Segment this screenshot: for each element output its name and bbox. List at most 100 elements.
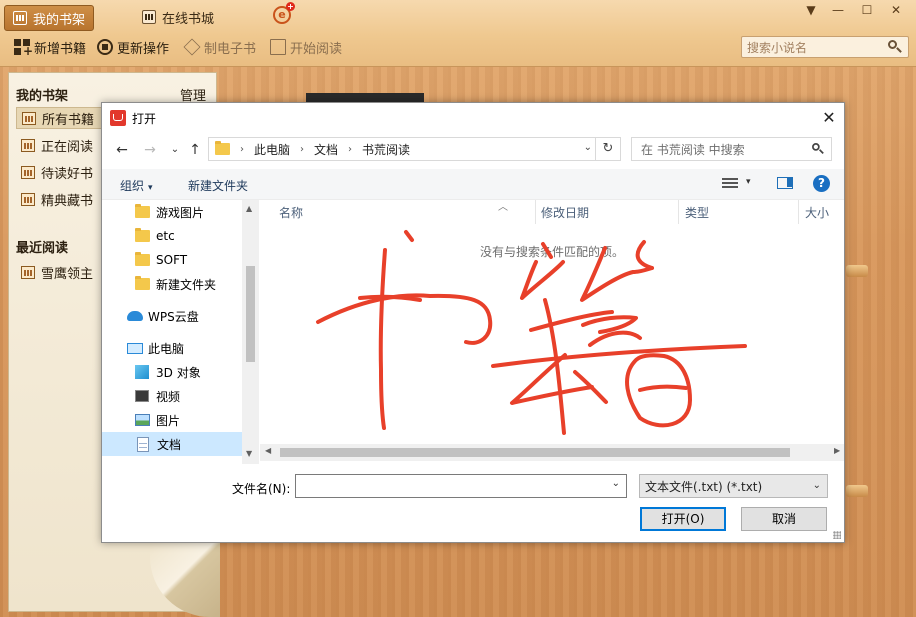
command-bar: 组织 ▾ 新建文件夹 ▾ ? (102, 169, 844, 200)
scroll-thumb[interactable] (246, 266, 255, 362)
tab-online-store[interactable]: 在线书城 (134, 5, 222, 29)
nav-item-label: 游戏图片 (156, 205, 205, 220)
up-button[interactable]: ↑ (185, 140, 205, 160)
tab-my-shelf[interactable]: 我的书架 (4, 5, 95, 31)
tab-label: 我的书架 (33, 12, 86, 28)
browser-shortcut-icon[interactable]: e (273, 2, 295, 24)
nav-item-label: 此电脑 (148, 341, 185, 356)
start-reading-button[interactable]: 开始阅读 (270, 36, 342, 58)
shelf-icon (21, 165, 35, 179)
minimize-button[interactable]: — (828, 2, 848, 18)
computer-icon (127, 342, 143, 354)
file-type-select[interactable]: 文本文件(.txt) (*.txt) ⌄ (639, 474, 828, 498)
cube-icon (183, 38, 201, 56)
search-placeholder: 搜索小说名 (747, 40, 808, 55)
dialog-title: 打开 (132, 111, 157, 126)
nav-item-wps-cloud[interactable]: WPS云盘 (102, 304, 259, 328)
menu-dropdown-button[interactable]: ▼ (801, 2, 821, 18)
folder-icon (135, 204, 150, 218)
nav-item-game-pictures[interactable]: 游戏图片 📌 (102, 200, 259, 224)
close-button[interactable]: ✕ (886, 2, 906, 18)
chevron-down-icon[interactable]: ⌄ (612, 478, 620, 489)
column-size[interactable]: 大小 (798, 200, 844, 224)
search-icon[interactable] (812, 143, 824, 155)
breadcrumb-documents[interactable]: 文档 (314, 141, 338, 158)
scroll-down-arrow[interactable]: ▼ (246, 449, 252, 458)
add-books-button[interactable]: 新增书籍 (14, 36, 86, 58)
column-type[interactable]: 类型 (678, 200, 798, 224)
dialog-close-button[interactable]: ✕ (814, 103, 844, 133)
add-books-icon (14, 39, 33, 58)
shelf-icon (13, 11, 27, 25)
nav-item-3d-objects[interactable]: 3D 对象 (102, 360, 259, 384)
nav-item-videos[interactable]: 视频 (102, 384, 259, 408)
nav-item-pictures[interactable]: 图片 (102, 408, 259, 432)
resize-grip[interactable] (833, 531, 841, 539)
novel-search-input[interactable]: 搜索小说名 (741, 36, 909, 58)
scroll-right-arrow[interactable]: ▶ (834, 446, 840, 455)
nav-item-documents[interactable]: 文档 (102, 432, 259, 456)
folder-icon (215, 141, 230, 155)
sidebar-item-label: 正在阅读 (41, 139, 94, 155)
dialog-title-bar[interactable]: 打开 ✕ (102, 103, 844, 133)
shelf-edge (846, 485, 868, 497)
update-label: 更新操作 (117, 41, 170, 57)
recent-locations-button[interactable]: ⌄ (165, 140, 185, 160)
help-icon[interactable]: ? (813, 175, 830, 192)
maximize-button[interactable]: ☐ (857, 2, 877, 18)
open-button[interactable]: 打开(O) (640, 507, 726, 531)
cube-3d-icon (135, 365, 149, 379)
file-type-value: 文本文件(.txt) (*.txt) (645, 479, 763, 494)
forward-button[interactable]: → (140, 140, 160, 160)
make-ebook-button[interactable]: 制电子书 (183, 36, 256, 58)
address-bar[interactable]: › 此电脑 › 文档 › 书荒阅读 ⌄ ↻ (208, 137, 621, 161)
start-reading-label: 开始阅读 (290, 41, 343, 57)
update-button[interactable]: 更新操作 (97, 36, 169, 58)
pictures-icon (135, 414, 150, 426)
shelf-icon (21, 138, 35, 152)
chevron-down-icon[interactable]: ▾ (746, 177, 751, 187)
scroll-thumb[interactable] (280, 448, 790, 457)
empty-folder-message: 没有与搜索条件匹配的项。 (480, 245, 625, 259)
search-icon[interactable] (888, 40, 902, 54)
nav-item-soft[interactable]: SOFT (102, 248, 259, 272)
nav-scrollbar[interactable]: ▲ ▼ (242, 200, 259, 464)
nav-item-new-folder[interactable]: 新建文件夹 (102, 272, 259, 296)
organize-menu[interactable]: 组织 ▾ (120, 177, 153, 194)
cancel-button[interactable]: 取消 (741, 507, 827, 531)
column-modified-date[interactable]: 修改日期 (535, 200, 678, 224)
breadcrumb-separator: › (240, 143, 244, 155)
nav-item-this-pc[interactable]: 此电脑 (102, 336, 259, 360)
preview-pane-icon[interactable] (777, 177, 793, 189)
file-list-pane: 名称 ︿ 修改日期 类型 大小 没有与搜索条件匹配的项。 ◀ ▶ (260, 200, 844, 464)
scroll-up-arrow[interactable]: ▲ (246, 204, 252, 213)
breadcrumb-current-folder[interactable]: 书荒阅读 (362, 141, 410, 158)
breadcrumb-separator[interactable]: › (348, 144, 352, 155)
back-button[interactable]: ← (112, 140, 132, 160)
tab-label: 在线书城 (162, 11, 215, 27)
nav-item-label: etc (156, 229, 175, 243)
nav-item-label: 视频 (156, 389, 181, 404)
shelf-heading: 我的书架 (16, 89, 69, 104)
view-options-icon[interactable] (722, 178, 738, 190)
horizontal-scrollbar[interactable]: ◀ ▶ (260, 444, 844, 461)
filename-label: 文件名(N): (232, 482, 291, 496)
shelf-edge (846, 265, 868, 277)
folder-search-input[interactable]: 在 书荒阅读 中搜索 (631, 137, 832, 161)
add-books-label: 新增书籍 (34, 41, 87, 57)
new-folder-button[interactable]: 新建文件夹 (188, 177, 248, 194)
sort-ascending-icon: ︿ (498, 202, 508, 213)
column-label: 名称 (279, 205, 304, 220)
refresh-icon[interactable]: ↻ (595, 138, 620, 160)
nav-item-label: 新建文件夹 (156, 277, 217, 292)
breadcrumb-separator[interactable]: › (300, 144, 304, 155)
filename-input[interactable]: ⌄ (295, 474, 627, 498)
nav-item-label: 图片 (156, 413, 181, 428)
scroll-left-arrow[interactable]: ◀ (265, 446, 271, 455)
store-icon (142, 10, 156, 24)
nav-item-etc[interactable]: etc 📌 (102, 224, 259, 248)
column-name[interactable]: 名称 ︿ (260, 200, 535, 224)
chevron-down-icon[interactable]: ⌄ (584, 142, 592, 153)
recent-item-label: 雪鹰领主 (41, 266, 94, 282)
breadcrumb-this-pc[interactable]: 此电脑 (254, 141, 290, 158)
